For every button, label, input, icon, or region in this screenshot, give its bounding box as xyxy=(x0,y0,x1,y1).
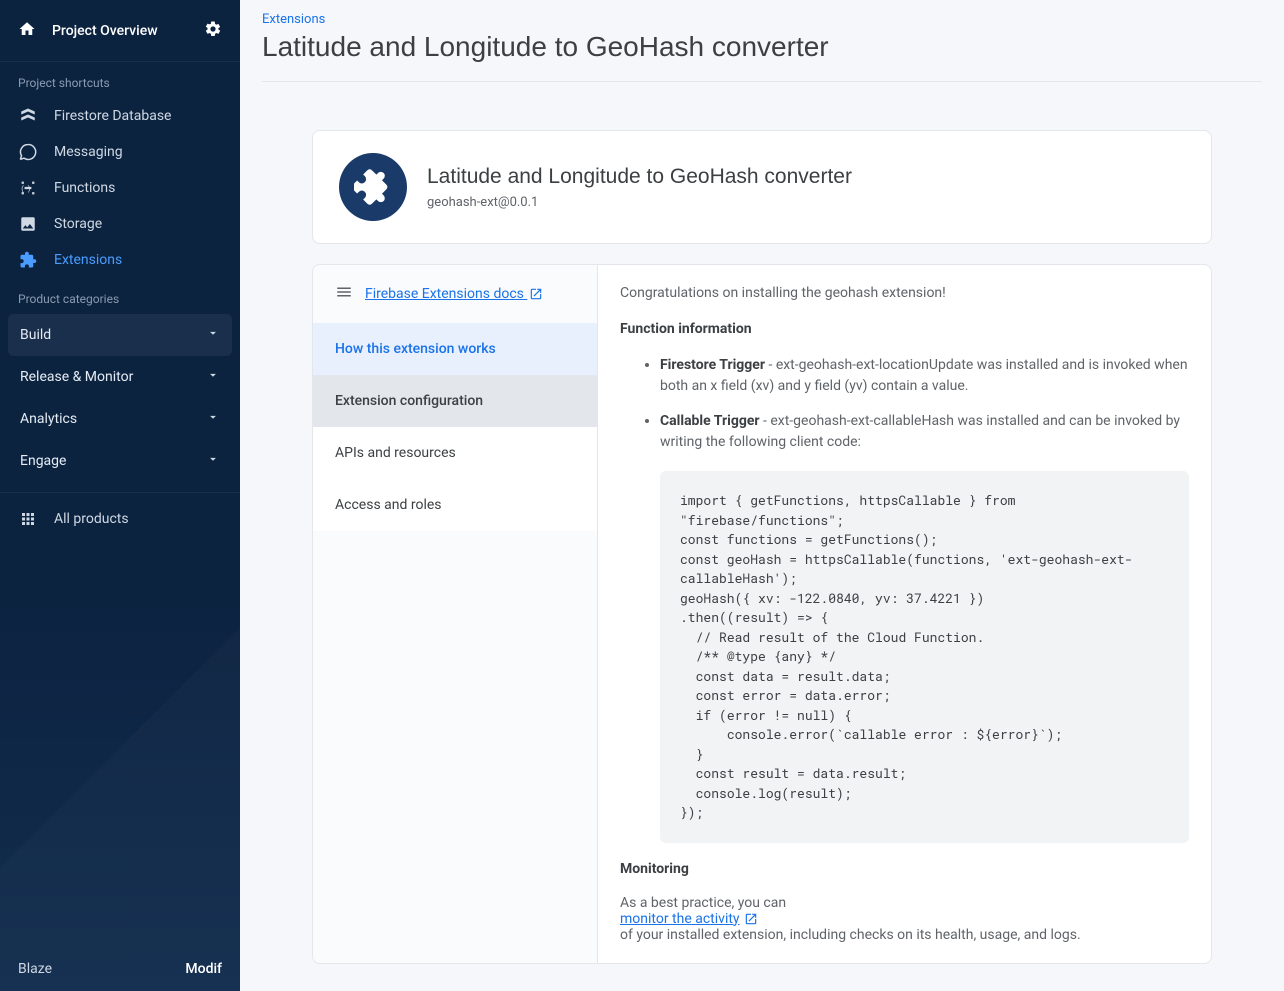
sidebar-item-label: Functions xyxy=(54,180,115,196)
sidebar: Project Overview Project shortcuts Fires… xyxy=(0,0,240,991)
docs-link[interactable]: Firebase Extensions docs xyxy=(365,286,543,302)
congrats-text: Congratulations on installing the geohas… xyxy=(620,285,1189,301)
storage-icon xyxy=(18,214,38,234)
extensions-icon xyxy=(18,250,38,270)
category-build[interactable]: Build xyxy=(8,314,232,356)
svg-text:(··): (··) xyxy=(21,184,30,193)
plan-label: Blaze xyxy=(18,961,52,977)
detail-card: Firebase Extensions docs How this extens… xyxy=(312,264,1212,964)
sidebar-item-label: Firestore Database xyxy=(54,108,171,124)
callable-trigger-item: Callable Trigger - ext-geohash-ext-calla… xyxy=(660,411,1189,843)
monitoring-text: As a best practice, you can monitor the … xyxy=(620,895,1189,943)
detail-content: Congratulations on installing the geohas… xyxy=(598,265,1211,963)
docs-icon xyxy=(335,283,353,305)
shortcuts-label: Project shortcuts xyxy=(0,62,240,98)
detail-tabs-sidebar: Firebase Extensions docs How this extens… xyxy=(313,265,598,963)
sidebar-item-all-products[interactable]: All products xyxy=(0,501,240,537)
trigger-list: Firestore Trigger - ext-geohash-ext-loca… xyxy=(620,355,1189,843)
monitoring-heading: Monitoring xyxy=(620,861,1189,877)
external-link-icon xyxy=(529,287,543,301)
chevron-down-icon xyxy=(206,368,220,386)
code-block: import { getFunctions, httpsCallable } f… xyxy=(660,471,1189,843)
sidebar-item-functions[interactable]: (··) Functions xyxy=(0,170,240,206)
chevron-down-icon xyxy=(206,410,220,428)
sidebar-item-label: Messaging xyxy=(54,144,123,160)
external-link-icon xyxy=(744,912,758,926)
extension-header-card: Latitude and Longitude to GeoHash conver… xyxy=(312,130,1212,244)
settings-button[interactable] xyxy=(204,20,222,42)
sidebar-header: Project Overview xyxy=(0,0,240,62)
sidebar-item-firestore[interactable]: Firestore Database xyxy=(0,98,240,134)
sidebar-item-storage[interactable]: Storage xyxy=(0,206,240,242)
plan-footer[interactable]: Blaze Modif xyxy=(0,947,240,991)
project-overview-label: Project Overview xyxy=(52,23,158,39)
page-title: Latitude and Longitude to GeoHash conver… xyxy=(262,31,1262,82)
home-icon xyxy=(18,20,36,42)
apps-grid-icon xyxy=(18,509,38,529)
tab-extension-config[interactable]: Extension configuration xyxy=(313,375,597,427)
sidebar-item-label: Storage xyxy=(54,216,102,232)
plan-action: Modif xyxy=(185,961,222,977)
project-overview-link[interactable]: Project Overview xyxy=(18,20,158,42)
firestore-icon xyxy=(18,106,38,126)
category-analytics[interactable]: Analytics xyxy=(8,398,232,440)
sidebar-item-messaging[interactable]: Messaging xyxy=(0,134,240,170)
sidebar-item-label: All products xyxy=(54,511,129,527)
tab-access-roles[interactable]: Access and roles xyxy=(313,479,597,531)
category-label: Engage xyxy=(20,453,66,469)
function-info-heading: Function information xyxy=(620,321,1189,337)
main-content: Extensions Latitude and Longitude to Geo… xyxy=(240,0,1284,991)
breadcrumb[interactable]: Extensions xyxy=(262,12,1262,27)
product-categories-label: Product categories xyxy=(0,278,240,314)
functions-icon: (··) xyxy=(18,178,38,198)
category-label: Release & Monitor xyxy=(20,369,133,385)
tab-apis-resources[interactable]: APIs and resources xyxy=(313,427,597,479)
gear-icon xyxy=(204,20,222,38)
chevron-down-icon xyxy=(206,452,220,470)
category-label: Analytics xyxy=(20,411,77,427)
chevron-down-icon xyxy=(206,326,220,344)
extension-name: Latitude and Longitude to GeoHash conver… xyxy=(427,165,852,189)
docs-link-row: Firebase Extensions docs xyxy=(313,265,597,323)
category-release-monitor[interactable]: Release & Monitor xyxy=(8,356,232,398)
tab-how-it-works[interactable]: How this extension works xyxy=(313,323,597,375)
sidebar-item-extensions[interactable]: Extensions xyxy=(0,242,240,278)
extension-badge-icon xyxy=(339,153,407,221)
sidebar-item-label: Extensions xyxy=(54,252,122,268)
monitor-activity-link[interactable]: monitor the activity xyxy=(620,911,758,927)
category-label: Build xyxy=(20,327,51,343)
extension-id: geohash-ext@0.0.1 xyxy=(427,195,852,210)
category-engage[interactable]: Engage xyxy=(8,440,232,482)
firestore-trigger-item: Firestore Trigger - ext-geohash-ext-loca… xyxy=(660,355,1189,397)
messaging-icon xyxy=(18,142,38,162)
